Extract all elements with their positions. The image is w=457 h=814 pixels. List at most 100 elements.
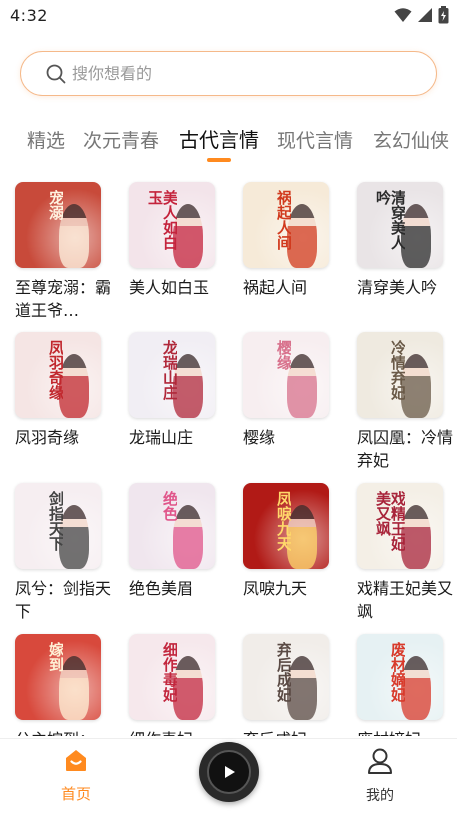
book-cover[interactable]: 樱缘 [243, 332, 329, 418]
cover-title-art: 戏精王妃美又飒 [374, 491, 405, 551]
book-title[interactable]: 龙瑞山庄 [129, 426, 229, 449]
cover-figure [173, 204, 203, 268]
book-title[interactable]: 绝色美眉 [129, 577, 229, 600]
book-item[interactable]: 戏精王妃美又飒 戏精王妃美又飒 [357, 483, 457, 623]
book-cover[interactable]: 美人如白玉 [129, 182, 215, 268]
cover-title-art: 清穿美人吟 [374, 190, 405, 250]
cover-title-art: 弃后成妃 [275, 642, 291, 702]
book-item[interactable]: 弃后成妃弃后成妃 [243, 634, 343, 736]
cover-figure [59, 354, 89, 418]
cover-art: 清穿美人吟 [357, 182, 443, 268]
book-title[interactable]: 樱缘 [243, 426, 343, 449]
book-cover[interactable]: 宠溺 [15, 182, 101, 268]
book-item[interactable]: 凤羽奇缘 凤羽奇缘 [15, 332, 115, 449]
cover-art: 冷情弃妃 [357, 332, 443, 418]
search-input[interactable] [72, 64, 402, 83]
battery-icon [438, 6, 449, 24]
book-item[interactable]: 细作毒妃细作毒妃 [129, 634, 229, 736]
book-cover[interactable]: 细作毒妃 [129, 634, 215, 720]
book-item[interactable]: 剑指天下凤兮：剑指天下 [15, 483, 115, 623]
active-tab-indicator [207, 158, 231, 162]
nav-mine-label: 我的 [366, 788, 394, 804]
book-item[interactable]: 美人如白玉 美人如白玉 [129, 182, 229, 299]
book-item[interactable]: 绝色绝色美眉 [129, 483, 229, 600]
audio-player-button[interactable] [199, 742, 259, 802]
book-cover[interactable]: 清穿美人吟 [357, 182, 443, 268]
book-title[interactable]: 凤羽奇缘 [15, 426, 115, 449]
cover-art: 凤羽奇缘 [15, 332, 101, 418]
cover-figure [59, 204, 89, 268]
book-grid: 宠溺 至尊宠溺：霸道王爷… 美人如白玉 美人如白玉 祸起人间 祸起人间 清穿美人吟 清穿美人吟… [0, 180, 457, 736]
cover-figure [287, 204, 317, 268]
cover-art: 凤唳九天 [243, 483, 329, 569]
book-cover[interactable]: 弃后成妃 [243, 634, 329, 720]
book-item[interactable]: 清穿美人吟 清穿美人吟 [357, 182, 457, 299]
cover-figure [401, 505, 431, 569]
cover-art: 剑指天下 [15, 483, 101, 569]
book-title[interactable]: 公主嫁到： [15, 728, 115, 736]
book-title[interactable]: 凤兮：剑指天下 [15, 577, 115, 623]
cover-art: 弃后成妃 [243, 634, 329, 720]
cover-title-art: 冷情弃妃 [389, 340, 405, 400]
cover-art: 戏精王妃美又飒 [357, 483, 443, 569]
cover-art: 美人如白玉 [129, 182, 215, 268]
book-title[interactable]: 祸起人间 [243, 276, 343, 299]
book-item[interactable]: 嫁到公主嫁到： [15, 634, 115, 736]
nav-mine[interactable]: 我的 [354, 747, 406, 805]
cover-figure [173, 656, 203, 720]
cover-art: 樱缘 [243, 332, 329, 418]
book-title[interactable]: 至尊宠溺：霸道王爷… [15, 276, 115, 322]
search-box[interactable] [20, 51, 437, 96]
book-title[interactable]: 凤囚凰：冷情弃妃 [357, 426, 457, 472]
cover-title-art: 凤羽奇缘 [47, 340, 63, 400]
book-cover[interactable]: 戏精王妃美又飒 [357, 483, 443, 569]
book-item[interactable]: 冷情弃妃凤囚凰：冷情弃妃 [357, 332, 457, 472]
cover-title-art: 细作毒妃 [161, 642, 177, 702]
book-title[interactable]: 凤唳九天 [243, 577, 343, 600]
book-item[interactable]: 樱缘 樱缘 [243, 332, 343, 449]
book-item[interactable]: 宠溺至尊宠溺：霸道王爷… [15, 182, 115, 322]
cover-title-art: 凤唳九天 [275, 491, 291, 551]
cover-title-art: 龙瑞山庄 [161, 340, 177, 400]
home-icon [66, 750, 86, 771]
cover-figure [173, 354, 203, 418]
book-item[interactable]: 龙瑞山庄 龙瑞山庄 [129, 332, 229, 449]
tab-gudai-yanqing[interactable]: 古代言情 [179, 124, 259, 153]
book-cover[interactable]: 废材嫡妃 [357, 634, 443, 720]
cover-figure [287, 656, 317, 720]
book-cover[interactable]: 凤羽奇缘 [15, 332, 101, 418]
book-cover[interactable]: 剑指天下 [15, 483, 101, 569]
book-title[interactable]: 清穿美人吟 [357, 276, 457, 299]
cover-art: 祸起人间 [243, 182, 329, 268]
book-cover[interactable]: 绝色 [129, 483, 215, 569]
cover-art: 宠溺 [15, 182, 101, 268]
nav-home[interactable]: 首页 [50, 747, 102, 804]
book-item[interactable]: 凤唳九天 凤唳九天 [243, 483, 343, 600]
book-title[interactable]: 美人如白玉 [129, 276, 229, 299]
book-title[interactable]: 细作毒妃 [129, 728, 229, 736]
tab-xiandai-yanqing[interactable]: 现代言情 [277, 126, 353, 153]
wifi-icon [394, 8, 412, 22]
book-title[interactable]: 戏精王妃美又飒 [357, 577, 457, 623]
book-cover[interactable]: 龙瑞山庄 [129, 332, 215, 418]
cover-art: 龙瑞山庄 [129, 332, 215, 418]
search-icon [46, 64, 66, 83]
book-cover[interactable]: 祸起人间 [243, 182, 329, 268]
book-item[interactable]: 废材嫡妃废材嫡妃 [357, 634, 457, 736]
cover-title-art: 绝色 [161, 491, 177, 521]
status-time: 4:32 [10, 6, 48, 25]
book-title[interactable]: 废材嫡妃 [357, 728, 457, 736]
book-cover[interactable]: 凤唳九天 [243, 483, 329, 569]
cover-title-art: 祸起人间 [275, 190, 291, 250]
cover-title-art: 嫁到 [47, 642, 63, 672]
book-title[interactable]: 弃后成妃 [243, 728, 343, 736]
nav-home-label: 首页 [60, 785, 91, 803]
book-item[interactable]: 祸起人间 祸起人间 [243, 182, 343, 299]
tab-xuanhuan-xianxia[interactable]: 玄幻仙侠 [373, 126, 449, 153]
tab-ciyuan-qingchun[interactable]: 次元青春 [83, 126, 159, 153]
book-cover[interactable]: 冷情弃妃 [357, 332, 443, 418]
cover-figure [401, 656, 431, 720]
tab-jingxuan[interactable]: 精选 [27, 126, 65, 153]
cover-art: 废材嫡妃 [357, 634, 443, 720]
book-cover[interactable]: 嫁到 [15, 634, 101, 720]
